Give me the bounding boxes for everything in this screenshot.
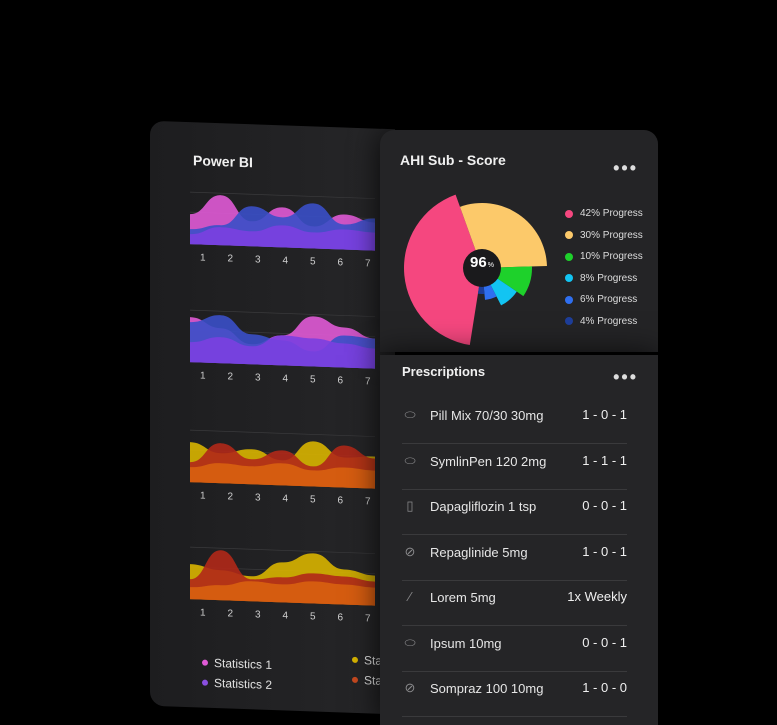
ahi-legend-item: 8% Progress bbox=[565, 273, 637, 284]
legend-dot-icon bbox=[565, 317, 573, 325]
ahi-legend-item: 6% Progress bbox=[565, 294, 637, 305]
ahi-score-panel: AHI Sub - Score ••• 96% 42% Progress 30% … bbox=[380, 130, 658, 352]
x-tick-label: 6 bbox=[337, 257, 344, 269]
prescription-dose: 1 - 1 - 1 bbox=[582, 452, 627, 468]
prescription-name: Pill Mix 70/30 30mg bbox=[430, 408, 544, 423]
prescription-row[interactable]: ⬭ SymlinPen 120 2mg 1 - 1 - 1 bbox=[402, 445, 627, 490]
prescription-name: Repaglinide 5mg bbox=[430, 544, 528, 560]
x-tick-label: 1 bbox=[200, 607, 206, 619]
x-tick-label: 7 bbox=[365, 258, 371, 270]
prescriptions-panel: Prescriptions ••• ⬭ Pill Mix 70/30 30mg 1 … bbox=[380, 355, 658, 725]
x-tick-label: 3 bbox=[255, 609, 261, 621]
x-tick-label: 6 bbox=[337, 375, 344, 387]
prescription-row[interactable]: ⬭ Pill Mix 70/30 30mg 1 - 0 - 1 bbox=[402, 399, 627, 444]
tablet-icon: ⊘ bbox=[404, 680, 416, 695]
tablet-icon: ⊘ bbox=[404, 543, 416, 559]
prescription-dose: 1 - 0 - 0 bbox=[582, 680, 627, 695]
x-tick-label: 2 bbox=[227, 371, 234, 383]
x-tick-label: 4 bbox=[282, 373, 289, 385]
more-dots-icon[interactable]: ••• bbox=[613, 367, 638, 388]
x-tick-label: 5 bbox=[310, 494, 316, 506]
x-tick-label: 7 bbox=[365, 496, 371, 508]
legend-dot-icon bbox=[565, 274, 573, 282]
prescription-name: Lorem 5mg bbox=[430, 590, 496, 605]
x-tick-label: 2 bbox=[227, 491, 234, 503]
legend-label: 10% Progress bbox=[580, 251, 643, 262]
ahi-legend-item: 30% Progress bbox=[565, 230, 643, 241]
legend-label: 30% Progress bbox=[580, 229, 643, 241]
x-tick-layer: 1 2 3 4 5 6 7 1 2 3 4 5 6 7 1 2 3 4 5 6 7 1 2 3 4 5 6 7 bbox=[190, 122, 390, 714]
x-tick-label: 5 bbox=[310, 611, 316, 623]
legend-label: 4% Progress bbox=[580, 315, 638, 327]
x-tick-label: 2 bbox=[227, 608, 234, 620]
prescription-dose: 1 - 0 - 1 bbox=[582, 407, 627, 422]
x-tick-label: 4 bbox=[282, 610, 289, 622]
prescription-dose: 0 - 0 - 1 bbox=[582, 498, 627, 513]
x-tick-label: 1 bbox=[200, 490, 206, 502]
legend-label: 8% Progress bbox=[580, 272, 638, 284]
more-dots-icon[interactable]: ••• bbox=[613, 158, 638, 179]
ahi-legend-item: 42% Progress bbox=[565, 208, 643, 219]
prescriptions-title: Prescriptions bbox=[402, 364, 486, 379]
prescription-name: SymlinPen 120 2mg bbox=[430, 453, 547, 469]
score-value: 96 bbox=[470, 254, 487, 271]
power-bi-panel: Power BI 1234567123456712345671234567 St… bbox=[150, 120, 395, 715]
legend-label: 6% Progress bbox=[580, 294, 638, 305]
x-tick-label: 3 bbox=[255, 492, 261, 504]
x-tick-label: 5 bbox=[310, 374, 316, 386]
syringe-icon: ∕ bbox=[408, 589, 412, 604]
legend-label: Statistics 2 bbox=[214, 675, 273, 692]
ahi-title: AHI Sub - Score bbox=[400, 152, 506, 168]
prescription-row[interactable]: ⊘ Sompraz 100 10mg 1 - 0 - 0 bbox=[402, 672, 627, 717]
pill-icon: ⬭ bbox=[404, 407, 416, 422]
legend-dot-icon bbox=[565, 295, 573, 304]
x-tick-label: 5 bbox=[310, 256, 316, 268]
x-tick-label: 2 bbox=[227, 253, 234, 265]
prescription-dose: 1 - 0 - 1 bbox=[582, 543, 627, 559]
x-tick-label: 4 bbox=[282, 255, 289, 267]
x-tick-label: 4 bbox=[282, 493, 289, 505]
legend-dot-icon bbox=[202, 659, 208, 666]
legend-dot-icon bbox=[565, 231, 573, 239]
legend-statistics-1: Statistics 1 bbox=[202, 656, 272, 672]
bottle-icon: ▯ bbox=[406, 498, 414, 513]
score-unit: % bbox=[487, 262, 494, 269]
legend-statistics-2: Statistics 2 bbox=[202, 676, 272, 692]
pill-icon: ⬭ bbox=[404, 452, 416, 468]
legend-label: Statistics 1 bbox=[214, 655, 273, 672]
legend-label: 42% Progress bbox=[580, 208, 643, 219]
x-tick-label: 6 bbox=[337, 612, 344, 624]
prescription-name: Ipsum 10mg bbox=[430, 635, 502, 651]
prescription-row[interactable]: ▯ Dapagliflozin 1 tsp 0 - 0 - 1 bbox=[402, 490, 627, 535]
legend-dot-icon bbox=[565, 252, 573, 261]
legend-dot-icon bbox=[202, 679, 208, 686]
ahi-legend-item: 10% Progress bbox=[565, 251, 643, 262]
legend-dot-icon bbox=[565, 209, 573, 218]
ahi-legend-item: 4% Progress bbox=[565, 316, 637, 327]
x-tick-label: 1 bbox=[200, 252, 206, 264]
pill-icon: ⬭ bbox=[404, 634, 416, 650]
x-tick-label: 7 bbox=[365, 376, 371, 388]
prescription-name: Dapagliflozin 1 tsp bbox=[430, 499, 537, 514]
x-tick-label: 3 bbox=[255, 372, 261, 384]
legend-dot-icon bbox=[352, 676, 358, 683]
prescription-dose: 0 - 0 - 1 bbox=[582, 634, 627, 650]
prescription-row[interactable]: ⊘ Repaglinide 5mg 1 - 0 - 1 bbox=[402, 536, 627, 581]
legend-dot-icon bbox=[352, 656, 358, 663]
prescription-dose: 1x Weekly bbox=[567, 589, 627, 604]
x-tick-label: 7 bbox=[365, 613, 371, 625]
prescription-name: Sompraz 100 10mg bbox=[430, 681, 544, 696]
x-tick-label: 3 bbox=[255, 254, 261, 266]
x-tick-label: 1 bbox=[200, 370, 206, 382]
prescription-row[interactable]: ∕ Lorem 5mg 1x Weekly bbox=[402, 581, 627, 626]
score-center: 96% bbox=[462, 243, 502, 283]
x-tick-label: 6 bbox=[337, 495, 344, 507]
prescription-row[interactable]: ⬭ Ipsum 10mg 0 - 0 - 1 bbox=[402, 627, 627, 672]
